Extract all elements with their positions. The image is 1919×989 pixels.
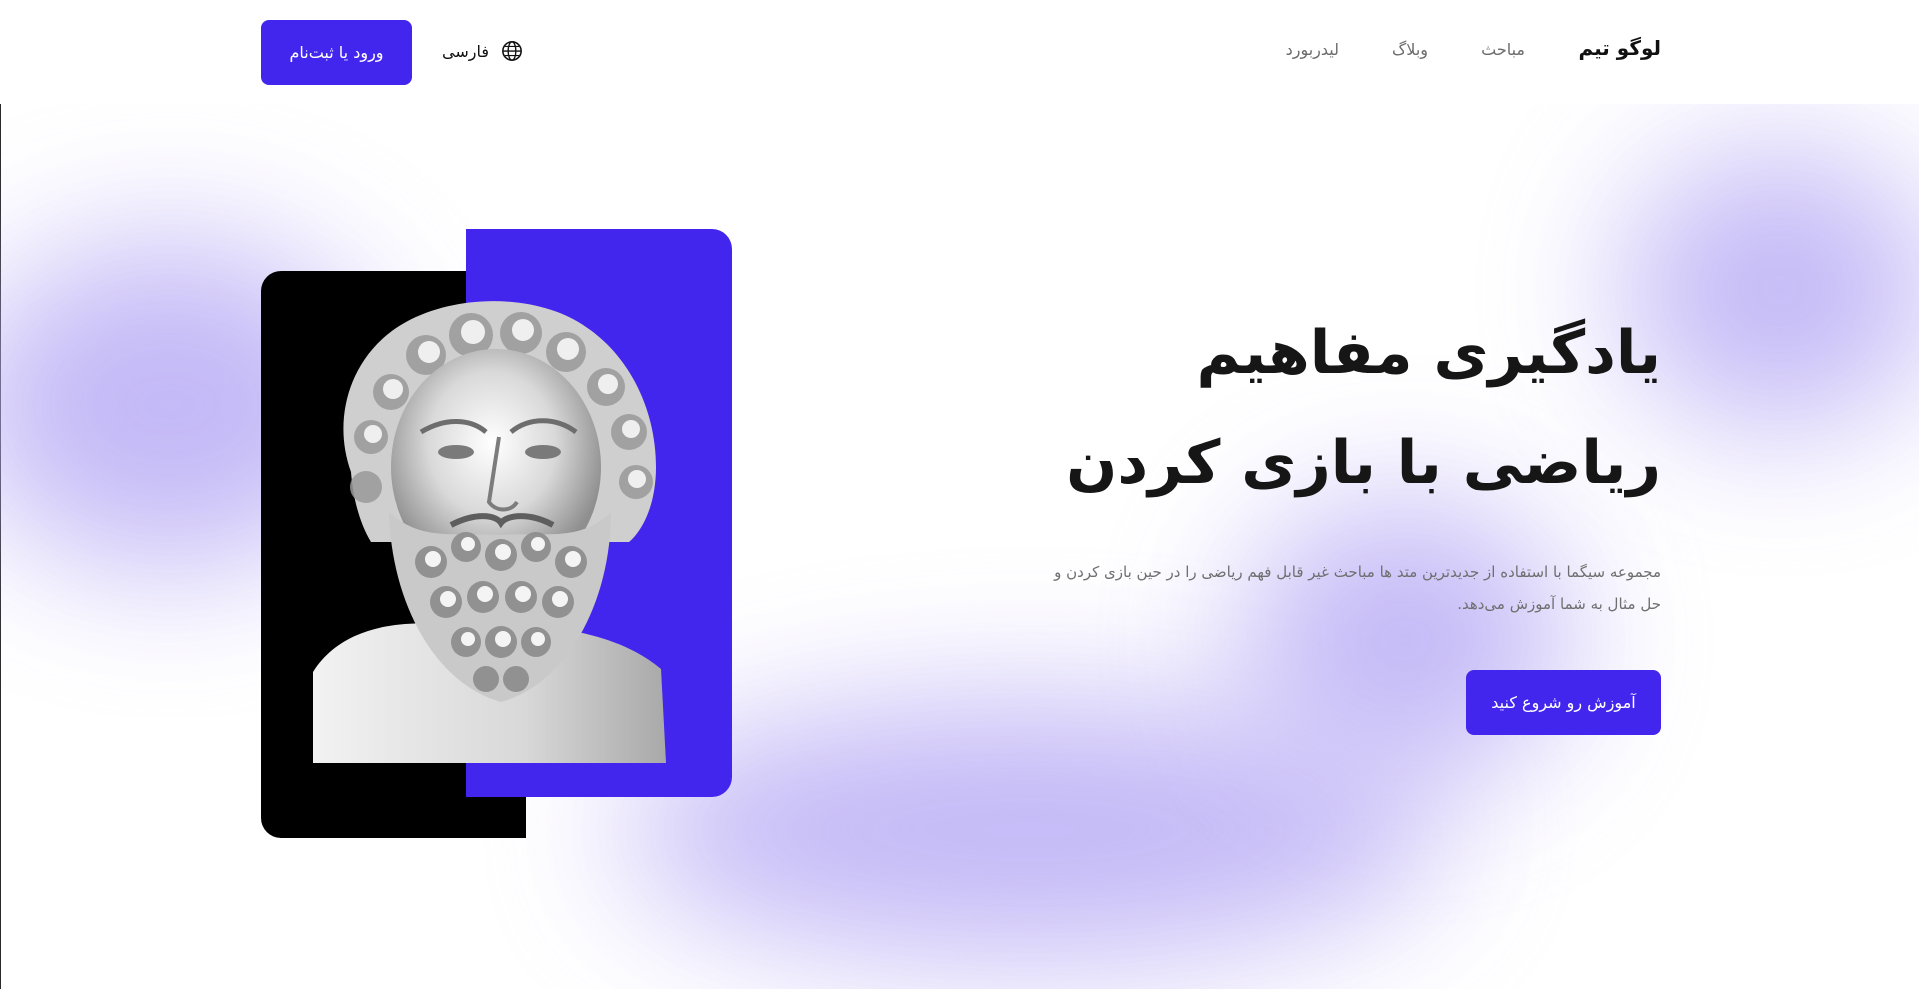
site-header: لوگو تیم مباحث وبلاگ لیدربورد فارسی ورود… xyxy=(0,0,1919,104)
nav-link-topics[interactable]: مباحث xyxy=(1481,40,1525,59)
hero-title-line-2: ریاضی با بازی کردن xyxy=(1066,428,1661,498)
nav-link-blog[interactable]: وبلاگ xyxy=(1392,40,1428,59)
landing-page: لوگو تیم مباحث وبلاگ لیدربورد فارسی ورود… xyxy=(0,0,1919,989)
hero-description: مجموعه سیگما با استفاده از جدیدترین متد … xyxy=(1054,563,1661,613)
login-signup-button[interactable]: ورود یا ثبت‌نام xyxy=(261,20,412,85)
marble-bust-illustration xyxy=(313,301,666,763)
language-switcher[interactable]: فارسی xyxy=(442,38,523,64)
hero-title: یادگیری مفاهیم ریاضی با بازی کردن xyxy=(901,298,1661,518)
start-learning-button[interactable]: آموزش رو شروع کنید xyxy=(1466,670,1661,735)
globe-icon xyxy=(502,41,522,61)
background-glow xyxy=(1620,150,1919,430)
hero-image xyxy=(261,229,732,838)
background-glow xyxy=(1240,500,1570,780)
nav-link-leaderboard[interactable]: لیدربورد xyxy=(1286,40,1339,59)
hero-title-line-1: یادگیری مفاهیم xyxy=(1196,318,1661,388)
brand-logo[interactable]: لوگو تیم xyxy=(1578,36,1661,60)
language-label: فارسی xyxy=(442,41,489,61)
